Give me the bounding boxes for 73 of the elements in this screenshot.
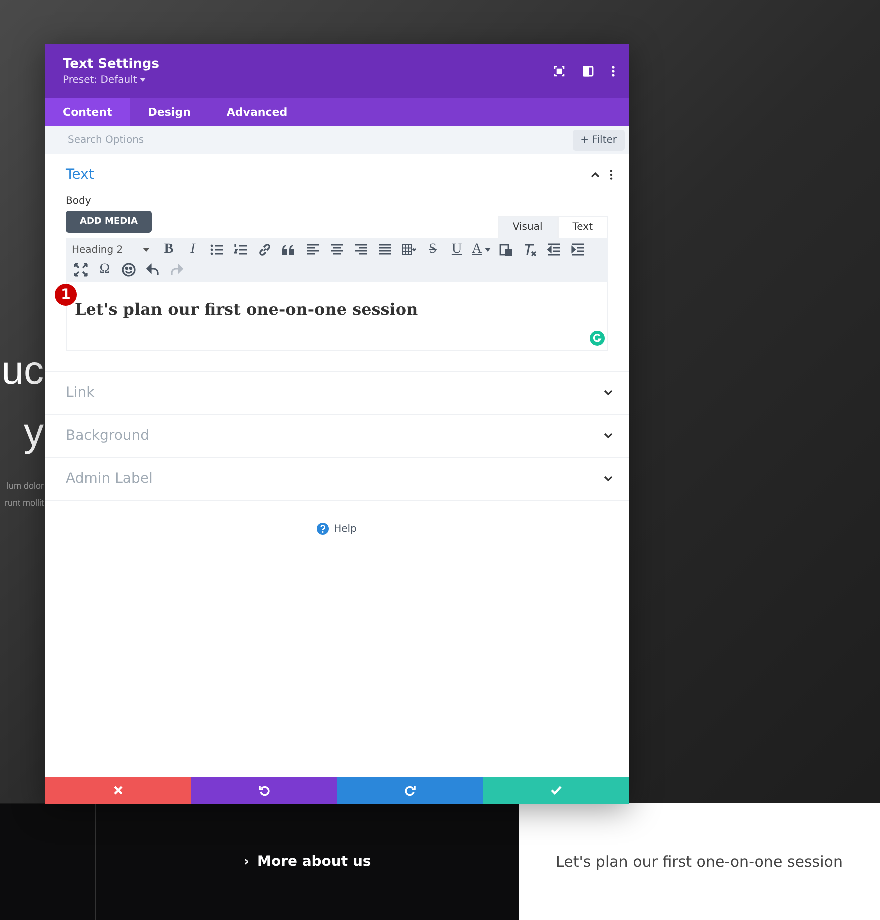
format-button[interactable]: A	[472, 242, 492, 258]
redo-icon	[404, 785, 416, 796]
justify-icon	[378, 243, 392, 257]
caret-icon[interactable]	[140, 78, 146, 82]
undo-icon	[146, 263, 160, 277]
chevron-up-icon[interactable]	[591, 172, 600, 178]
close-icon	[114, 786, 122, 795]
filter-button[interactable]: + Filter	[572, 130, 625, 150]
bullet-list-icon	[210, 243, 224, 257]
caret-icon	[485, 248, 492, 252]
quote-icon	[282, 243, 296, 257]
editor-tab[interactable]: Visual	[498, 216, 558, 238]
toolbar-button[interactable]	[144, 262, 162, 278]
toolbar-button[interactable]	[304, 242, 322, 258]
align-right-icon	[354, 243, 368, 257]
chevron-down-icon[interactable]	[604, 433, 613, 439]
toolbar-button[interactable]	[400, 242, 418, 258]
field-label: Body	[66, 196, 92, 207]
kebab-menu-icon[interactable]	[610, 170, 613, 180]
toolbar-button[interactable]	[72, 262, 90, 278]
chevron-down-icon[interactable]	[604, 390, 613, 396]
toolbar-button[interactable]	[328, 242, 346, 258]
chevron-text[interactable]: ›	[244, 854, 250, 870]
clear-format-icon	[523, 243, 538, 257]
chevron-down-icon[interactable]	[604, 476, 613, 482]
fullscreen-icon	[74, 263, 88, 277]
preset-dropdown[interactable]: Preset: Default	[63, 74, 138, 86]
editor-heading: Let's plan our first one-on-one session	[75, 300, 418, 319]
editor-tab[interactable]: Text	[558, 216, 608, 238]
settings-tab[interactable]: Advanced	[208, 98, 306, 126]
undo-icon	[258, 785, 270, 796]
settings-tab[interactable]: Content	[45, 98, 130, 126]
format-dropdown[interactable]: Heading 2	[72, 242, 150, 258]
format-button[interactable]: B	[160, 242, 178, 258]
format-button[interactable]: S	[424, 242, 442, 258]
grammar-check-icon[interactable]	[590, 331, 605, 346]
hero-heading-text: uc	[2, 348, 44, 395]
step-badge: 1	[55, 284, 77, 306]
toolbar-button[interactable]	[352, 242, 370, 258]
format-button[interactable]: I	[184, 242, 202, 258]
toolbar-button[interactable]	[208, 242, 226, 258]
toolbar-button[interactable]	[120, 262, 138, 278]
add-media-button[interactable]: ADD MEDIA	[66, 211, 152, 233]
toolbar-button[interactable]	[232, 242, 250, 258]
outdent-icon	[547, 243, 562, 257]
more-about-us-link[interactable]: More about us	[258, 854, 372, 870]
paste-text-icon	[499, 243, 514, 257]
format-button[interactable]: Ω	[96, 262, 114, 278]
align-left-icon	[306, 243, 320, 257]
numbered-list-icon	[234, 243, 248, 257]
split-view-icon[interactable]	[583, 66, 594, 76]
toolbar-button[interactable]	[376, 242, 394, 258]
settings-tab[interactable]: Design	[130, 98, 209, 126]
focus-icon[interactable]	[554, 66, 565, 76]
format-button[interactable]: U	[448, 242, 466, 258]
indent-icon	[571, 243, 586, 257]
search-field[interactable]: Search Options + Filter	[45, 126, 629, 154]
help-icon[interactable]	[317, 523, 330, 535]
smiley-icon	[122, 263, 136, 277]
table-icon	[400, 243, 418, 257]
hero-body-text: runt mollit	[4, 497, 44, 510]
kebab-menu-icon[interactable]	[612, 66, 615, 76]
caret-icon	[143, 248, 150, 252]
hero-body-text: lum dolor	[6, 480, 44, 493]
modal-title: Text Settings	[63, 56, 160, 72]
check-icon	[550, 786, 562, 795]
help-link[interactable]: Help	[334, 524, 357, 534]
redo-icon	[170, 263, 184, 277]
hero-heading-text: y	[24, 410, 44, 457]
link-icon	[258, 243, 272, 257]
card-text: Let's plan our first one-on-one session	[556, 852, 843, 870]
align-center-icon	[330, 243, 344, 257]
section-toggle[interactable]: Text	[66, 167, 581, 183]
